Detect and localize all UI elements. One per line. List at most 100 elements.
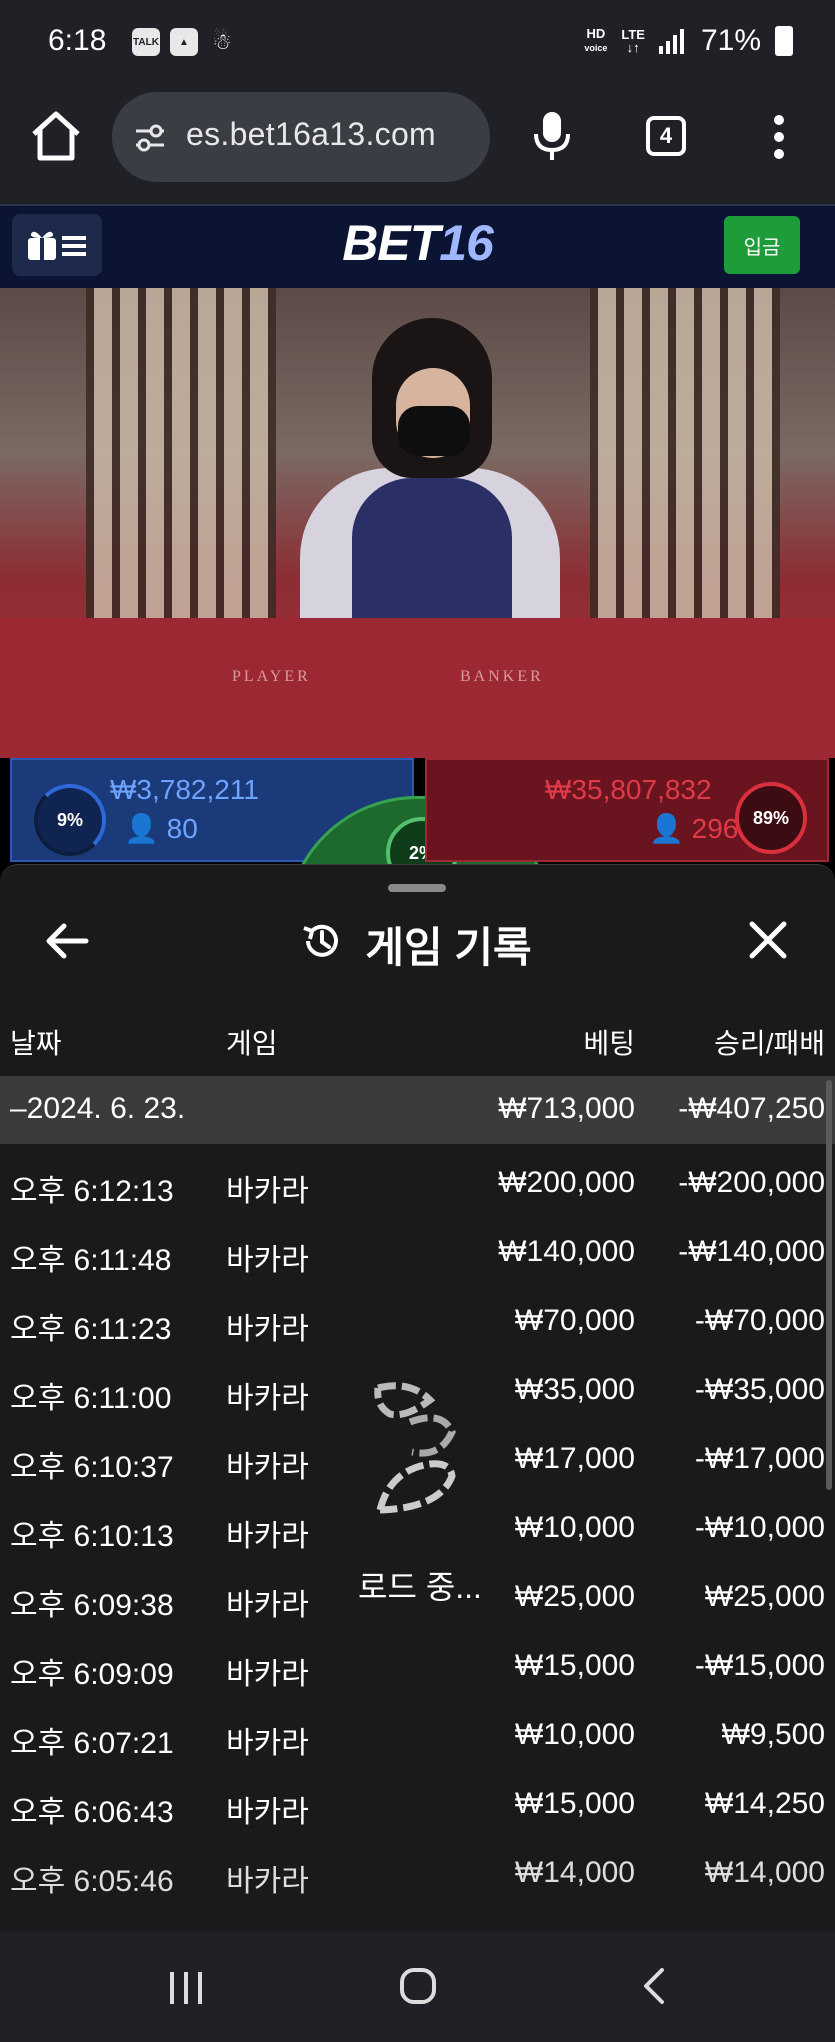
row-win-loss: -₩70,000 [694, 1304, 825, 1337]
modal-title: 게임 기록 [365, 924, 532, 971]
close-icon[interactable] [746, 918, 790, 962]
lte-icon: LTE ↓↑ [621, 27, 645, 55]
row-bet: ₩15,000 [514, 1649, 635, 1682]
hd-voice-icon: HD voice [584, 26, 608, 53]
recent-apps-icon[interactable] [166, 1968, 206, 2008]
summary-win-loss: -₩407,250 [678, 1092, 825, 1125]
dealer-mask [398, 406, 470, 456]
battery-icon [775, 26, 793, 56]
status-time: 6:18 [48, 24, 107, 57]
microphone-icon[interactable] [530, 110, 574, 162]
row-bet: ₩15,000 [514, 1787, 635, 1820]
row-time: 오후 6:09:38 [10, 1589, 174, 1622]
tab-switcher-button[interactable]: 4 [646, 116, 686, 156]
row-bet: ₩200,000 [498, 1166, 635, 1199]
child-icon: ☃ [212, 29, 232, 54]
row-game: 바카라 [226, 1175, 309, 1208]
more-options-icon[interactable] [774, 114, 784, 160]
column-header-bet[interactable]: 베팅 [583, 1022, 635, 1062]
scrollbar[interactable] [826, 1080, 832, 1490]
row-game: 바카라 [226, 1520, 309, 1553]
system-nav-bar [0, 1932, 835, 2042]
history-row[interactable]: 오후 6:06:43 바카라 ₩15,000 ₩14,250 [0, 1771, 835, 1839]
row-game: 바카라 [226, 1451, 309, 1484]
notification-icons: TALK ▲ ☃ [132, 28, 236, 56]
home-icon[interactable] [28, 108, 84, 164]
row-win-loss: -₩17,000 [694, 1442, 825, 1475]
column-header-date[interactable]: 날짜 [10, 1022, 62, 1062]
row-bet: ₩70,000 [514, 1304, 635, 1337]
history-row[interactable]: 오후 6:11:48 바카라 ₩140,000 -₩140,000 [0, 1219, 835, 1287]
row-time: 오후 6:06:43 [10, 1796, 174, 1829]
url-bar[interactable]: es.bet16a13.com [112, 92, 490, 182]
row-win-loss: ₩14,250 [704, 1787, 825, 1820]
row-time: 오후 6:11:48 [10, 1244, 172, 1277]
row-win-loss: -₩10,000 [694, 1511, 825, 1544]
summary-date: –2024. 6. 23. [10, 1092, 186, 1125]
history-row[interactable]: 오후 6:05:46 바카라 ₩14,000 ₩14,000 [0, 1840, 835, 1908]
banker-user-count: 👤 296 [649, 813, 739, 844]
row-time: 오후 6:10:37 [10, 1451, 174, 1484]
row-time: 오후 6:10:13 [10, 1520, 174, 1553]
loading-text: 로드 중... [358, 1569, 482, 1605]
row-game: 바카라 [226, 1796, 309, 1829]
row-time: 오후 6:11:00 [10, 1382, 172, 1415]
player-bet-amount: ₩3,782,211 [110, 774, 259, 805]
row-win-loss: -₩35,000 [694, 1373, 825, 1406]
row-bet: ₩35,000 [514, 1373, 635, 1406]
row-bet: ₩17,000 [514, 1442, 635, 1475]
player-user-count: 👤 80 [124, 813, 198, 844]
deposit-button[interactable]: 입금 [724, 216, 800, 274]
history-row[interactable]: 오후 6:12:13 바카라 ₩200,000 -₩200,000 [0, 1150, 835, 1218]
row-time: 오후 6:12:13 [10, 1175, 174, 1208]
back-nav-icon[interactable] [638, 1966, 668, 2006]
row-bet: ₩10,000 [514, 1511, 635, 1544]
banker-percent-ring: 89% [735, 782, 807, 854]
row-bet: ₩10,000 [514, 1718, 635, 1751]
url-text[interactable]: es.bet16a13.com [186, 116, 436, 153]
row-win-loss: -₩15,000 [694, 1649, 825, 1682]
row-time: 오후 6:11:23 [10, 1313, 172, 1346]
row-time: 오후 6:09:09 [10, 1658, 174, 1691]
row-game: 바카라 [226, 1313, 309, 1346]
row-win-loss: ₩9,500 [721, 1718, 825, 1751]
row-win-loss: -₩200,000 [678, 1166, 825, 1199]
talk-icon: TALK [132, 28, 160, 56]
column-header-game[interactable]: 게임 [226, 1022, 278, 1062]
site-logo[interactable]: BET16 [0, 214, 835, 272]
home-nav-icon[interactable] [398, 1966, 438, 2006]
drag-handle[interactable] [388, 884, 446, 892]
dealer-vest [352, 478, 512, 638]
row-game: 바카라 [226, 1589, 309, 1622]
row-time: 오후 6:05:46 [10, 1865, 174, 1898]
status-right: HD voice LTE ↓↑ 71% [584, 24, 793, 58]
summary-bet: ₩713,000 [498, 1092, 635, 1125]
table-player-label: PLAYER [232, 668, 311, 685]
row-bet: ₩140,000 [498, 1235, 635, 1268]
row-game: 바카라 [226, 1382, 309, 1415]
baccarat-table [0, 618, 835, 758]
site-settings-icon[interactable] [132, 120, 168, 156]
date-summary-row[interactable]: –2024. 6. 23. ₩713,000 -₩407,250 [0, 1076, 835, 1144]
history-row[interactable]: 오후 6:11:23 바카라 ₩70,000 -₩70,000 [0, 1288, 835, 1356]
image-icon: ▲ [170, 28, 198, 56]
row-bet: ₩25,000 [514, 1580, 635, 1613]
column-header-win-loss[interactable]: 승리/패배 [714, 1022, 825, 1062]
row-game: 바카라 [226, 1727, 309, 1760]
row-win-loss: ₩14,000 [704, 1856, 825, 1889]
live-dealer-video: PLAYER BANKER [0, 288, 835, 758]
row-win-loss: -₩140,000 [678, 1235, 825, 1268]
status-bar: 6:18 TALK ▲ ☃ HD voice LTE ↓↑ 71% [0, 0, 835, 88]
history-row[interactable]: 오후 6:07:21 바카라 ₩10,000 ₩9,500 [0, 1702, 835, 1770]
row-game: 바카라 [226, 1865, 309, 1898]
loading-spinner-icon [374, 1382, 456, 1514]
history-row[interactable]: 오후 6:09:09 바카라 ₩15,000 -₩15,000 [0, 1633, 835, 1701]
player-percent-ring: 9% [34, 784, 106, 856]
history-icon [303, 924, 338, 957]
row-win-loss: ₩25,000 [704, 1580, 825, 1613]
banker-bet-amount: ₩35,807,832 [545, 774, 712, 805]
folding-screen-left [86, 288, 276, 658]
banker-bet-stats: ₩35,807,832 👤 296 89% [425, 758, 829, 862]
battery-percent: 71% [700, 24, 761, 57]
signal-icon [658, 29, 684, 54]
